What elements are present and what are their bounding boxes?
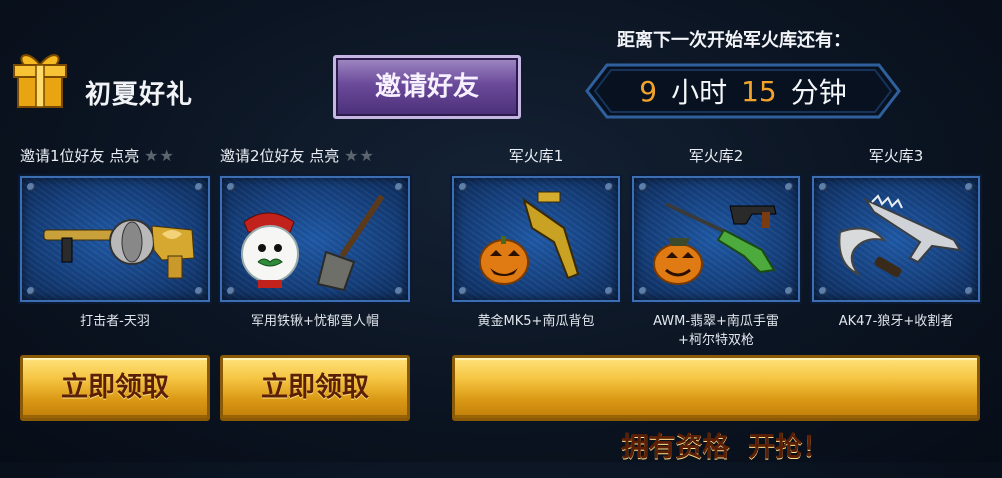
- grab-now-button[interactable]: 拥有资格 开抢！: [452, 355, 980, 463]
- countdown-hours: 9: [639, 74, 658, 108]
- reward-1-caption: 打击者-天羽: [80, 314, 150, 329]
- invite-reward-2-text: 邀请2位好友 点亮: [220, 147, 340, 165]
- invite-friends-button[interactable]: 邀请好友: [333, 55, 521, 119]
- invite-reward-1-label: 邀请1位好友 点亮 ★★: [20, 145, 175, 166]
- claim-now-button-2[interactable]: 立即领取: [220, 355, 410, 421]
- reward-card-arsenal-1[interactable]: [452, 176, 620, 302]
- gift-icon: [13, 54, 67, 108]
- star-icon: ★★: [344, 146, 375, 165]
- reward-card-shovel-snowman[interactable]: [220, 176, 410, 302]
- reward-2-caption: 军用铁锹+忧郁雪人帽: [251, 314, 379, 329]
- arsenal-1-label: 军火库1: [508, 147, 564, 165]
- invite-reward-1-text: 邀请1位好友 点亮: [20, 147, 140, 165]
- ak47-reaper-icon: [838, 194, 962, 278]
- invite-reward-2-label: 邀请2位好友 点亮 ★★: [220, 145, 375, 166]
- reward-card-striker-tianyu[interactable]: [20, 176, 210, 302]
- countdown-minutes-unit: 分钟: [790, 76, 847, 109]
- page-title: 初夏好礼: [85, 80, 194, 110]
- reward-card-arsenal-3[interactable]: [812, 176, 980, 302]
- arsenal-2-label: 军火库2: [688, 147, 744, 165]
- golden-gun-icon: [43, 219, 195, 279]
- mk5-pumpkin-icon: [479, 191, 580, 285]
- arsenal-2-caption-line1: AWM-翡翠+南瓜手雷: [653, 314, 779, 329]
- countdown-hours-unit: 小时: [671, 76, 728, 109]
- claim-now-button-1[interactable]: 立即领取: [20, 355, 210, 421]
- star-icon: ★★: [144, 146, 175, 165]
- countdown-display: 9 小时 15 分钟: [585, 63, 901, 119]
- arsenal-3-caption: AK47-狼牙+收割者: [838, 314, 954, 329]
- awm-pumpkin-colt-icon: [653, 202, 777, 285]
- claim-now-label-1: 立即领取: [61, 372, 169, 403]
- countdown-title: 距离下一次开始军火库还有：: [617, 30, 851, 51]
- countdown-minutes: 15: [741, 74, 777, 108]
- claim-now-label-2: 立即领取: [261, 372, 369, 403]
- arsenal-1-caption: 黄金MK5+南瓜背包: [477, 314, 595, 329]
- shovel-snowman-icon: [241, 194, 385, 292]
- grab-now-label: 拥有资格 开抢！: [621, 432, 830, 463]
- arsenal-3-label: 军火库3: [868, 147, 924, 165]
- reward-card-arsenal-2[interactable]: [632, 176, 800, 302]
- arsenal-2-caption-line2: +柯尔特双枪: [678, 333, 754, 348]
- arsenal-2-caption: AWM-翡翠+南瓜手雷 +柯尔特双枪: [621, 312, 811, 350]
